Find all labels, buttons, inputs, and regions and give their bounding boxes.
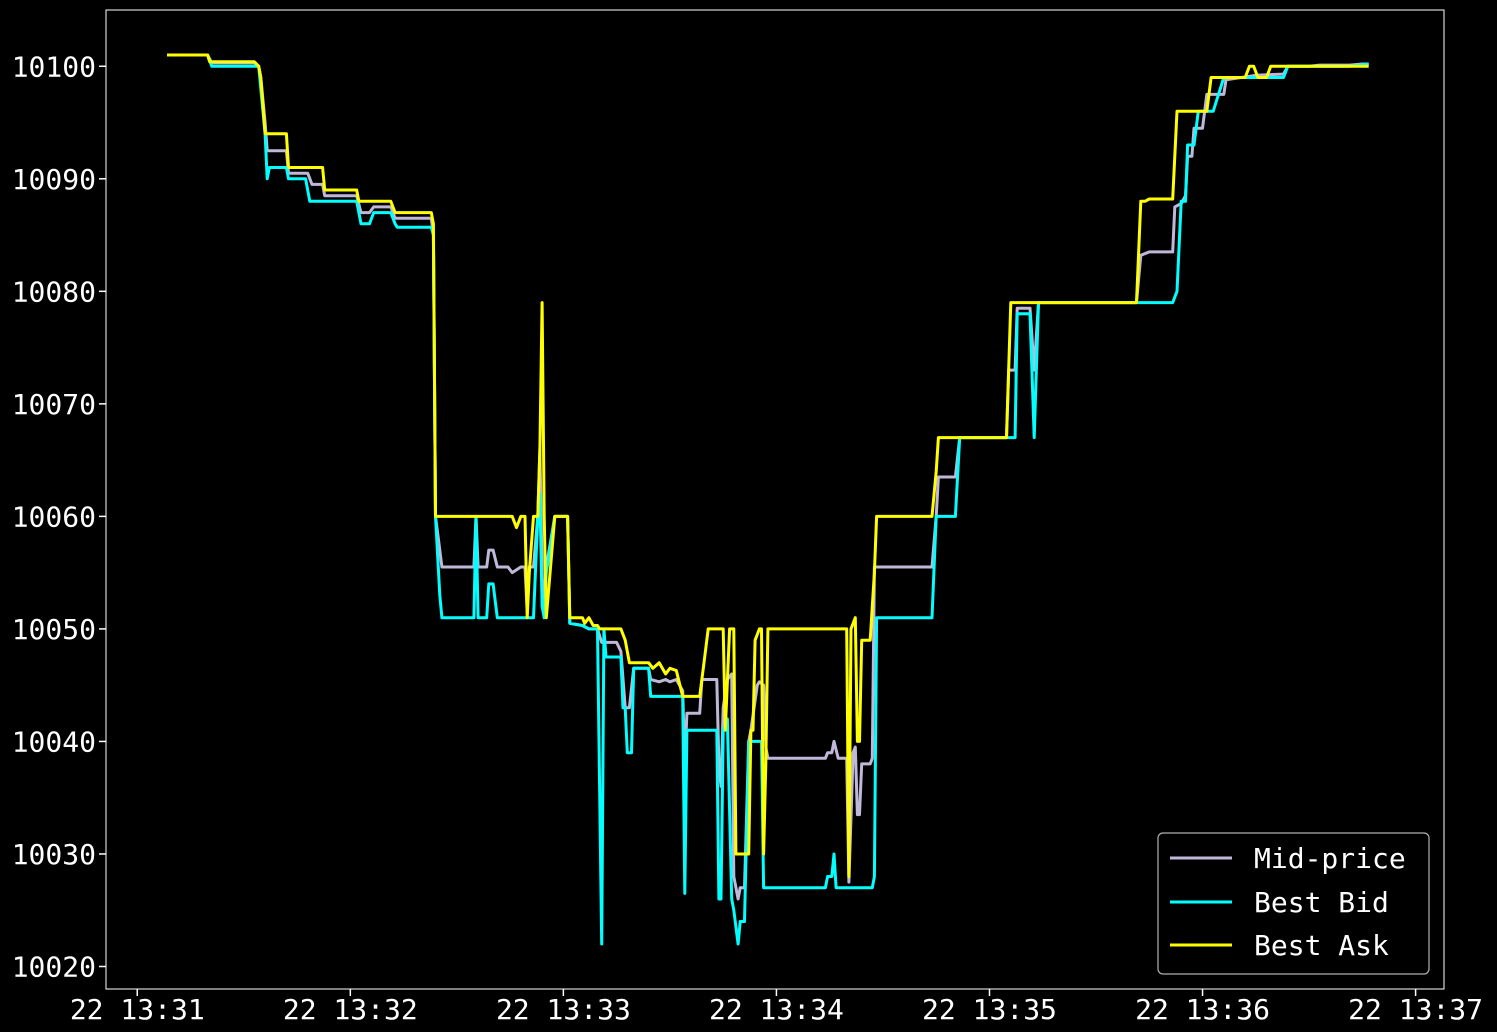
y-axis: 10020 10030 10040 10050 10060 10070 10080 10090… [12, 50, 106, 983]
y-tick-label: 10050 [12, 613, 96, 646]
x-tick-label: 22 13:34 [709, 993, 844, 1026]
y-tick-label: 10080 [12, 275, 96, 308]
x-tick-label: 22 13:37 [1348, 993, 1483, 1026]
y-tick-label: 10070 [12, 388, 96, 421]
legend-label-best-ask: Best Ask [1254, 929, 1389, 962]
y-tick-label: 10100 [12, 50, 96, 83]
x-tick-label: 22 13:31 [70, 993, 205, 1026]
y-tick-label: 10060 [12, 500, 96, 533]
legend-label-best-bid: Best Bid [1254, 886, 1389, 919]
x-tick-label: 22 13:36 [1135, 993, 1270, 1026]
x-tick-label: 22 13:32 [283, 993, 418, 1026]
y-tick-label: 10030 [12, 838, 96, 871]
x-tick-label: 22 13:33 [496, 993, 631, 1026]
y-tick-label: 10040 [12, 725, 96, 758]
y-tick-label: 10090 [12, 163, 96, 196]
legend[interactable]: Mid-price Best Bid Best Ask [1157, 832, 1430, 975]
legend-label-mid-price: Mid-price [1254, 842, 1406, 875]
y-tick-label: 10020 [12, 950, 96, 983]
x-tick-label: 22 13:35 [922, 993, 1057, 1026]
chart: 22 13:31 22 13:32 22 13:33 22 13:34 22 13:35… [0, 0, 1497, 1032]
